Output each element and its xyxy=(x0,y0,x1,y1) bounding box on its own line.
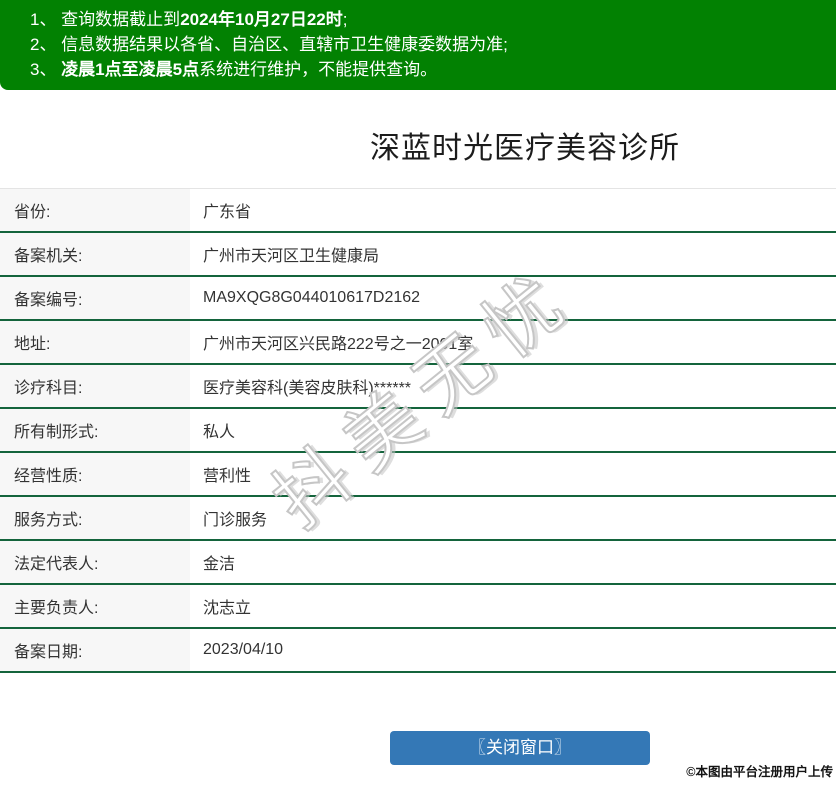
row-value: 私人 xyxy=(203,424,236,441)
notice-line: 3、 凌晨1点至凌晨5点系统进行维护，不能提供查询。 xyxy=(30,57,836,82)
table-row: 备案编号: MA9XQG8G044010617D2162 xyxy=(0,277,836,321)
notice-text: 2、 信息数据结果以各省、自治区、直辖市卫生健康委数据为准; xyxy=(30,35,508,54)
upload-credit: ©本图由平台注册用户上传 xyxy=(686,765,833,779)
row-value: 营利性 xyxy=(203,468,252,485)
notice-text: 系统进行维护，不能提供查询。 xyxy=(199,60,438,79)
row-value: MA9XQG8G044010617D2162 xyxy=(203,289,421,306)
row-value: 广州市天河区卫生健康局 xyxy=(203,248,380,265)
row-label: 地址: xyxy=(0,321,190,363)
row-value: 金洁 xyxy=(203,556,236,573)
row-label: 经营性质: xyxy=(0,453,190,495)
notice-line: 2、 信息数据结果以各省、自治区、直辖市卫生健康委数据为准; xyxy=(30,32,836,57)
table-row: 经营性质: 营利性 xyxy=(0,453,836,497)
row-value: 2023/04/10 xyxy=(203,641,284,658)
table-row: 服务方式: 门诊服务 xyxy=(0,497,836,541)
table-row: 所有制形式: 私人 xyxy=(0,409,836,453)
row-value: 广州市天河区兴民路222号之一2001室 xyxy=(203,336,474,353)
row-label: 所有制形式: xyxy=(0,409,190,451)
table-row: 省份: 广东省 xyxy=(0,189,836,233)
row-value: 广东省 xyxy=(203,204,252,221)
row-label: 省份: xyxy=(0,189,190,231)
notice-text: 1、 查询数据截止到 xyxy=(30,10,181,29)
table-row: 主要负责人: 沈志立 xyxy=(0,585,836,629)
table-row: 备案机关: 广州市天河区卫生健康局 xyxy=(0,233,836,277)
notice-text: ; xyxy=(342,10,348,29)
row-label: 备案机关: xyxy=(0,233,190,275)
row-label: 诊疗科目: xyxy=(0,365,190,407)
table-row: 备案日期: 2023/04/10 xyxy=(0,629,836,673)
table-row: 法定代表人: 金洁 xyxy=(0,541,836,585)
row-label: 服务方式: xyxy=(0,497,190,539)
row-label: 备案日期: xyxy=(0,629,190,671)
main-content: 深蓝时光医疗美容诊所 省份: 广东省 备案机关: 广州市天河区卫生健康局 备案编… xyxy=(0,123,836,765)
close-window-button[interactable]: 〖关闭窗口〗 xyxy=(390,731,650,765)
info-table: 省份: 广东省 备案机关: 广州市天河区卫生健康局 备案编号: MA9XQG8G… xyxy=(0,188,836,673)
table-row: 诊疗科目: 医疗美容科(美容皮肤科)****** xyxy=(0,365,836,409)
row-value: 门诊服务 xyxy=(203,512,268,529)
notice-text-bold: 2024年10月27日22时 xyxy=(180,10,343,29)
row-label: 主要负责人: xyxy=(0,585,190,627)
notice-text-bold: 凌晨1点至凌晨5点 xyxy=(61,60,200,79)
row-label: 备案编号: xyxy=(0,277,190,319)
row-value: 沈志立 xyxy=(203,600,252,617)
notice-text: 3、 xyxy=(30,60,62,79)
notice-line: 1、 查询数据截止到2024年10月27日22时; xyxy=(30,7,836,32)
button-row: 〖关闭窗口〗 xyxy=(0,731,836,765)
notice-banner: 1、 查询数据截止到2024年10月27日22时; 2、 信息数据结果以各省、自… xyxy=(0,0,836,90)
page-title: 深蓝时光医疗美容诊所 xyxy=(370,132,680,165)
row-value: 医疗美容科(美容皮肤科)****** xyxy=(203,380,412,397)
table-row: 地址: 广州市天河区兴民路222号之一2001室 xyxy=(0,321,836,365)
row-label: 法定代表人: xyxy=(0,541,190,583)
